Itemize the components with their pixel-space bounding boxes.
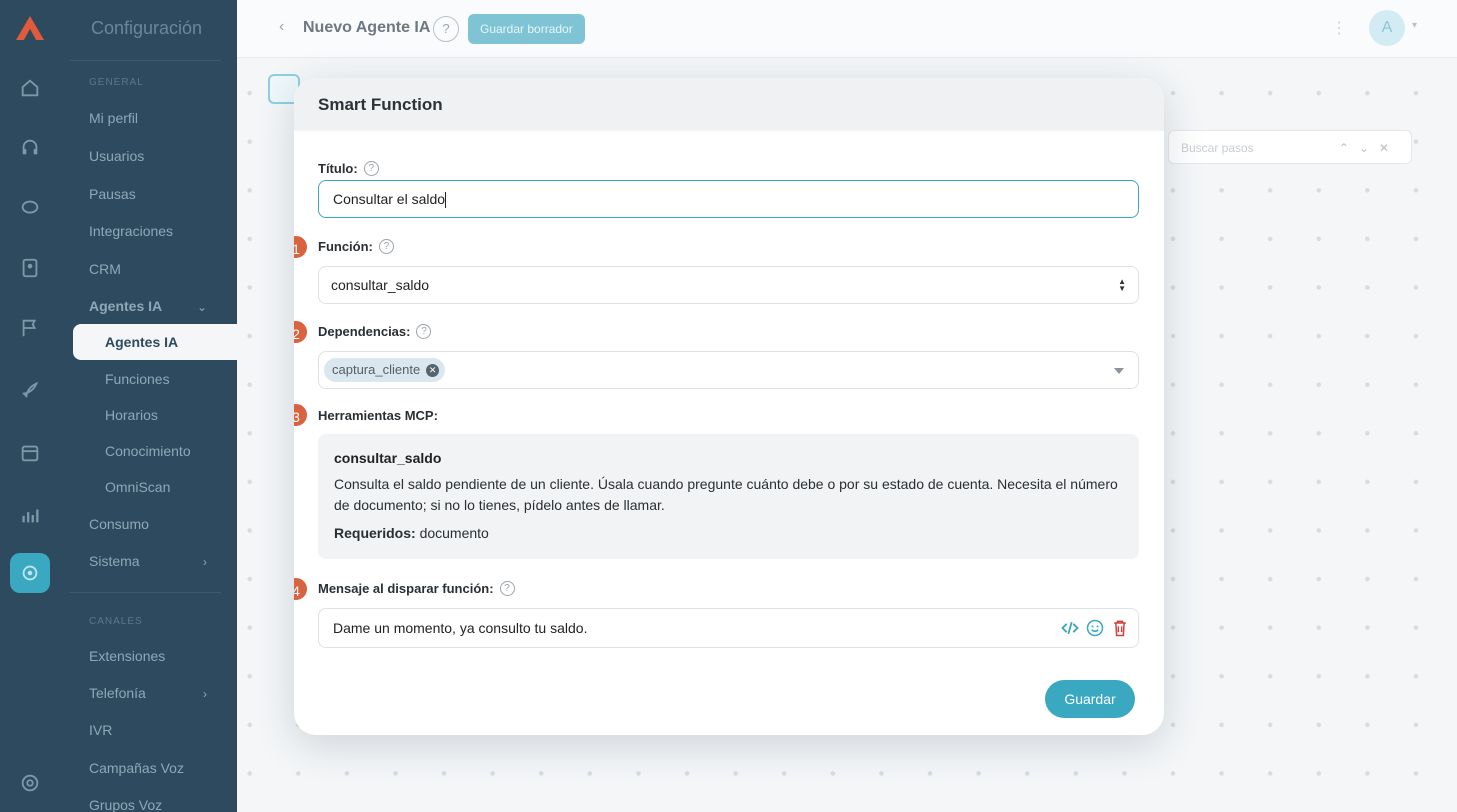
sidebar-item-usage[interactable]: Consumo [89,516,149,532]
help-icon[interactable]: ? [416,324,432,339]
app-logo[interactable] [14,14,46,42]
sidebar-item-extensions[interactable]: Extensiones [89,648,165,664]
step-badge-1: 1 [294,234,309,260]
sidebar-item-pauses[interactable]: Pausas [89,186,136,202]
contacts-icon[interactable] [18,256,42,280]
step-badge-4: 4 [294,576,309,602]
section-general: GENERAL [89,77,144,88]
dependencies-label: Dependencias: ? [318,324,432,339]
trigger-message-input[interactable]: Dame un momento, ya consulto tu saldo. [318,608,1139,648]
sidebar-item-voice-groups[interactable]: Grupos Voz [89,797,162,812]
subitem-omniscan[interactable]: OmniScan [105,479,170,495]
help-icon[interactable]: ? [433,16,459,42]
chevron-right-icon: › [203,687,207,701]
page-title: Nuevo Agente IA [303,19,431,36]
flag-icon[interactable] [18,316,42,340]
message-actions [1060,618,1130,638]
dropdown-caret-icon[interactable] [1114,368,1124,374]
divider [70,60,221,61]
mcp-tool-description: Consulta el saldo pendiente de un client… [334,476,1118,513]
search-steps-field[interactable]: Buscar pasos ⌃⌄✕ [1168,130,1412,164]
title-input[interactable]: Consultar el saldo [318,180,1139,218]
support-icon[interactable] [18,771,42,795]
sidebar-item-integrations[interactable]: Integraciones [89,223,173,239]
settings-submenu: Configuración GENERAL Mi perfil Usuarios… [60,0,263,812]
chat-icon[interactable] [18,196,42,220]
function-label: Función: ? [318,239,394,254]
headset-icon[interactable] [18,136,42,160]
top-bar: ‹ Nuevo Agente IA ? Guardar borrador ⋮ A… [237,0,1457,58]
subitem-schedules[interactable]: Horarios [105,407,158,423]
sidebar-item-ai-agents[interactable]: Agentes IA [89,298,162,314]
save-draft-button[interactable]: Guardar borrador [468,14,585,44]
rocket-icon[interactable] [18,378,42,402]
search-steps-placeholder: Buscar pasos [1181,141,1254,155]
message-label: Mensaje al disparar función: ? [318,581,515,596]
chart-icon[interactable] [18,503,42,527]
mcp-label: Herramientas MCP: [318,408,438,423]
sidebar-item-crm[interactable]: CRM [89,261,121,277]
sidebar-item-ivr[interactable]: IVR [89,722,112,738]
sidebar-item-profile[interactable]: Mi perfil [89,110,138,126]
save-button[interactable]: Guardar [1045,680,1135,718]
divider [70,592,221,593]
more-options-icon[interactable]: ⋮ [1331,18,1347,38]
mcp-required: Requeridos: documento [334,525,489,541]
emoji-icon[interactable] [1085,618,1105,638]
sidebar-item-system[interactable]: Sistema [89,553,140,569]
subitem-ai-agents-active[interactable]: Agentes IA [73,324,263,360]
code-icon[interactable] [1060,618,1080,638]
sidebar-item-voice-campaigns[interactable]: Campañas Voz [89,760,184,776]
sidebar-item-users[interactable]: Usuarios [89,148,144,164]
subitem-functions[interactable]: Funciones [105,371,170,387]
help-icon[interactable]: ? [499,581,515,596]
function-select[interactable]: consultar_saldo ▲ ▼ [318,266,1139,304]
chevron-down-icon: ⌄ [196,300,207,314]
help-icon[interactable]: ? [363,161,379,176]
step-badge-3: 3 [294,402,309,428]
subitem-knowledge[interactable]: Conocimiento [105,443,191,459]
title-label: Título: ? [318,161,379,176]
chevron-right-icon: › [203,555,207,569]
home-icon[interactable] [18,76,42,100]
step-badge-2: 2 [294,319,309,345]
search-nav-controls[interactable]: ⌃⌄✕ [1339,141,1399,155]
back-arrow-icon[interactable]: ‹ [279,18,284,36]
icon-rail [0,0,60,812]
mcp-tool-name: consultar_saldo [334,450,442,466]
settings-icon[interactable] [10,553,50,593]
smart-function-modal: Smart Function Título: ? Consultar el sa… [294,78,1164,735]
calendar-icon[interactable] [18,441,42,465]
remove-tag-icon[interactable]: ✕ [426,363,440,377]
dependency-tag: captura_cliente ✕ [324,358,446,382]
select-arrows-icon: ▲ ▼ [1118,277,1126,293]
modal-title: Smart Function [294,78,1164,131]
dependencies-multiselect[interactable]: captura_cliente ✕ [318,351,1139,389]
text-caret [445,192,447,209]
submenu-title: Configuración [91,18,203,38]
section-channels: CANALES [89,616,143,627]
help-icon[interactable]: ? [378,239,394,254]
chevron-down-icon[interactable]: ▾ [1412,20,1417,31]
trash-icon[interactable] [1110,618,1130,638]
sidebar-item-telephony[interactable]: Telefonía [89,685,146,701]
mcp-tool-card: consultar_saldo Consulta el saldo pendie… [318,434,1139,559]
avatar[interactable]: A [1369,10,1405,46]
